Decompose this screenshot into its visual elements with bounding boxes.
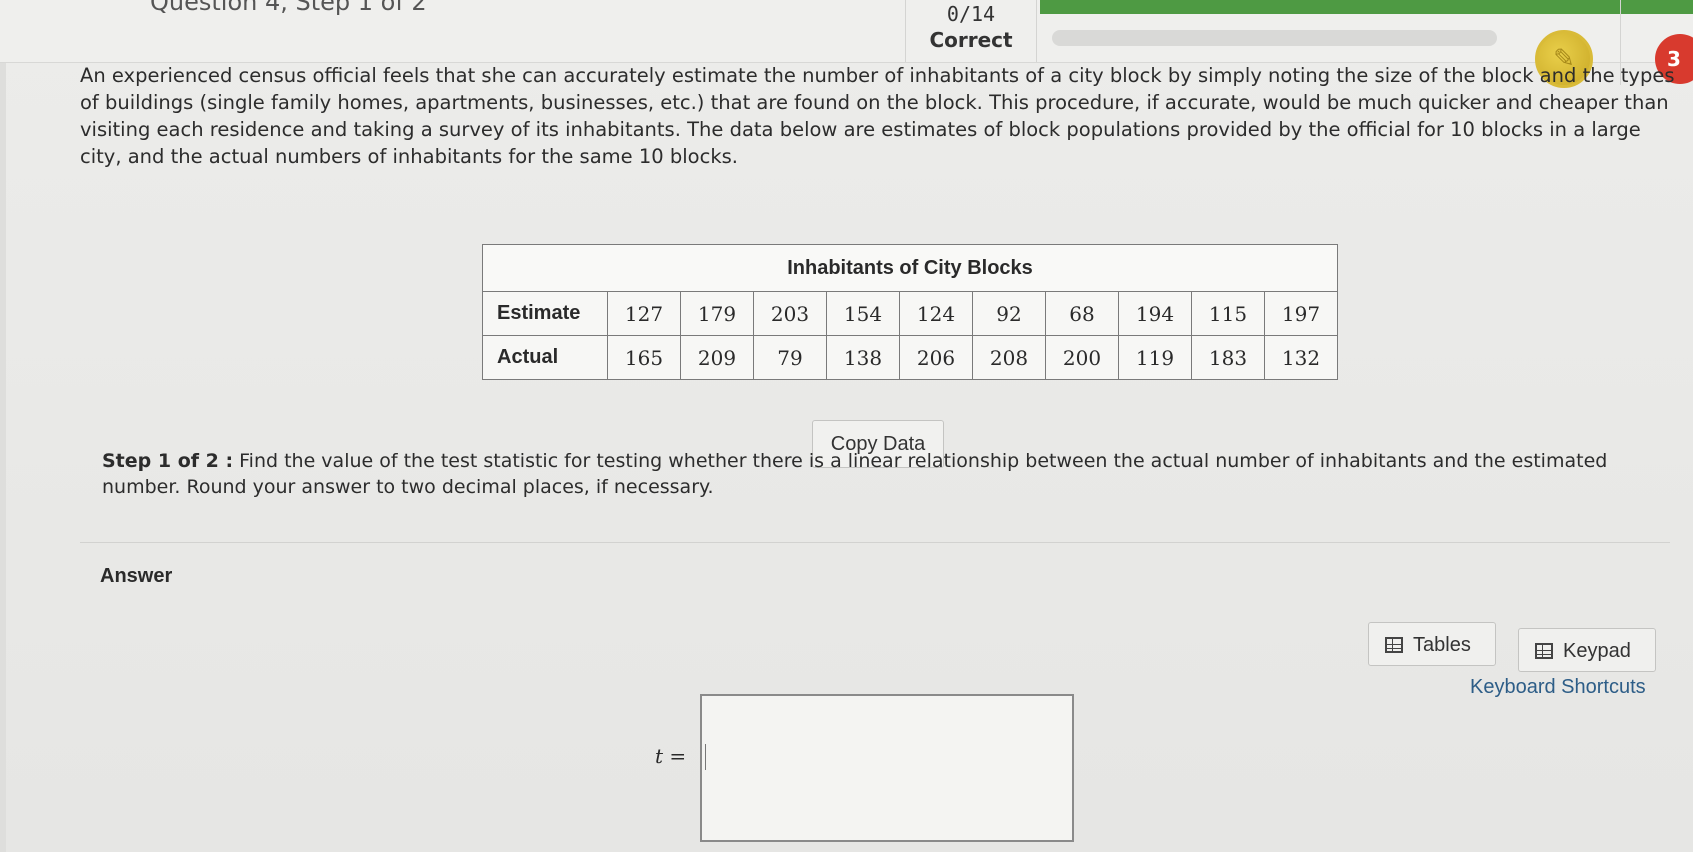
row-label-estimate: Estimate bbox=[482, 291, 608, 336]
table-cell: 209 bbox=[680, 335, 754, 380]
data-table-wrapper: Inhabitants of City Blocks Estimate 127 … bbox=[482, 244, 1338, 380]
breadcrumb: Question 4, Step 1 of 2 bbox=[150, 0, 427, 16]
answer-label: Answer bbox=[100, 565, 173, 587]
step-text: Find the value of the test statistic for… bbox=[102, 450, 1608, 498]
table-cell: 206 bbox=[899, 335, 973, 380]
keyboard-shortcuts-link[interactable]: Keyboard Shortcuts bbox=[1470, 676, 1646, 699]
step-instructions: Step 1 of 2 : Find the value of the test… bbox=[102, 448, 1662, 500]
text-caret bbox=[705, 744, 706, 770]
row-label-actual: Actual bbox=[482, 335, 608, 380]
table-cell: 119 bbox=[1118, 335, 1192, 380]
table-cell: 154 bbox=[826, 291, 900, 336]
table-caption: Inhabitants of City Blocks bbox=[482, 244, 1338, 292]
table-cell: 197 bbox=[1264, 291, 1338, 336]
table-cell: 92 bbox=[972, 291, 1046, 336]
table-row: Estimate 127 179 203 154 124 92 68 194 1… bbox=[482, 291, 1338, 336]
section-divider bbox=[80, 542, 1670, 543]
keypad-button-label: Keypad bbox=[1563, 640, 1631, 662]
t-variable-label: t = bbox=[655, 744, 687, 768]
table-cell: 200 bbox=[1045, 335, 1119, 380]
table-cell: 208 bbox=[972, 335, 1046, 380]
top-bar: Question 4, Step 1 of 2 0/14 Correct bbox=[0, 0, 1693, 63]
page: Question 4, Step 1 of 2 0/14 Correct ✎ 3… bbox=[0, 0, 1693, 852]
table-caption-row: Inhabitants of City Blocks bbox=[482, 244, 1338, 292]
table-cell: 138 bbox=[826, 335, 900, 380]
score-block: 0/14 Correct bbox=[905, 0, 1037, 62]
table-cell: 165 bbox=[607, 335, 681, 380]
table-cell: 194 bbox=[1118, 291, 1192, 336]
table-icon bbox=[1385, 637, 1403, 653]
left-edge bbox=[0, 0, 6, 852]
data-table: Inhabitants of City Blocks Estimate 127 … bbox=[482, 244, 1338, 380]
table-cell: 115 bbox=[1191, 291, 1265, 336]
score-fraction: 0/14 bbox=[946, 2, 996, 26]
top-accent-bar bbox=[1040, 0, 1693, 14]
table-cell: 79 bbox=[753, 335, 827, 380]
problem-text: An experienced census official feels tha… bbox=[80, 64, 1675, 168]
table-cell: 132 bbox=[1264, 335, 1338, 380]
keypad-button[interactable]: Keypad bbox=[1518, 628, 1656, 672]
table-cell: 179 bbox=[680, 291, 754, 336]
tables-button-label: Tables bbox=[1413, 634, 1471, 656]
table-row: Actual 165 209 79 138 206 208 200 119 18… bbox=[482, 335, 1338, 380]
answer-input[interactable] bbox=[700, 694, 1074, 842]
table-cell: 183 bbox=[1191, 335, 1265, 380]
step-label: Step 1 of 2 : bbox=[102, 450, 234, 472]
score-label: Correct bbox=[929, 28, 1013, 52]
calculator-icon bbox=[1535, 643, 1553, 659]
tables-button[interactable]: Tables bbox=[1368, 622, 1496, 666]
table-cell: 68 bbox=[1045, 291, 1119, 336]
table-cell: 203 bbox=[753, 291, 827, 336]
progress-bar bbox=[1052, 30, 1497, 46]
table-cell: 124 bbox=[899, 291, 973, 336]
table-cell: 127 bbox=[607, 291, 681, 336]
